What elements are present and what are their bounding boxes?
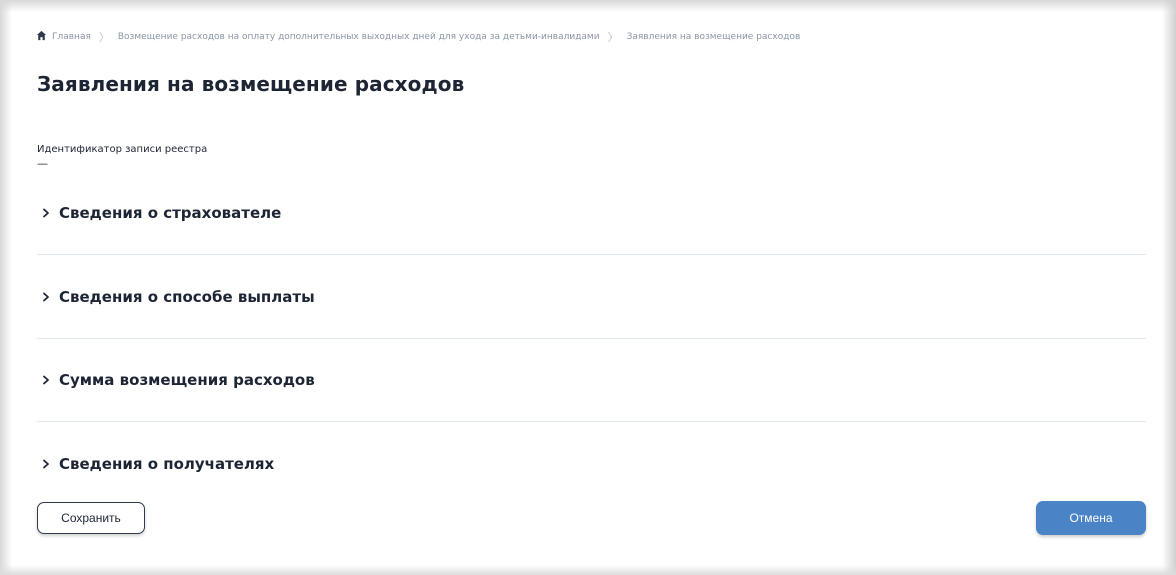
shadow-edge (0, 0, 12, 575)
section-reimbursement-amount[interactable]: Сумма возмещения расходов (37, 365, 1146, 395)
save-button[interactable]: Сохранить (37, 502, 145, 534)
section-divider (37, 254, 1146, 255)
home-icon[interactable] (36, 30, 52, 44)
shadow-edge (0, 565, 1176, 575)
registry-id-label: Идентификатор записи реестра (37, 144, 208, 155)
page-title: Заявления на возмещение расходов (37, 72, 465, 96)
breadcrumb-item-service[interactable]: Возмещение расходов на оплату дополнител… (118, 32, 600, 42)
section-divider (37, 338, 1146, 339)
chevron-right-icon: 〉 (98, 31, 110, 44)
breadcrumb: Главная 〉 Возмещение расходов на оплату … (36, 29, 800, 45)
section-divider (37, 421, 1146, 422)
shadow-edge (1162, 0, 1176, 575)
breadcrumb-item-home[interactable]: Главная (52, 32, 91, 42)
chevron-right-icon (43, 292, 49, 302)
section-recipients-info[interactable]: Сведения о получателях (37, 449, 1146, 479)
section-label: Сведения о страхователе (59, 204, 282, 222)
registry-id-value: — (37, 157, 48, 170)
section-insurer-info[interactable]: Сведения о страхователе (37, 198, 1146, 228)
section-payment-method[interactable]: Сведения о способе выплаты (37, 282, 1146, 312)
breadcrumb-item-current: Заявления на возмещение расходов (626, 32, 801, 42)
chevron-right-icon (43, 208, 49, 218)
chevron-right-icon (43, 459, 49, 469)
chevron-right-icon (43, 375, 49, 385)
shadow-edge (0, 0, 1176, 12)
section-label: Сведения о получателях (59, 455, 275, 473)
section-label: Сведения о способе выплаты (59, 288, 315, 306)
section-label: Сумма возмещения расходов (59, 371, 315, 389)
app-window: Главная 〉 Возмещение расходов на оплату … (0, 0, 1176, 575)
chevron-right-icon: 〉 (607, 31, 619, 44)
cancel-button[interactable]: Отмена (1036, 501, 1146, 535)
